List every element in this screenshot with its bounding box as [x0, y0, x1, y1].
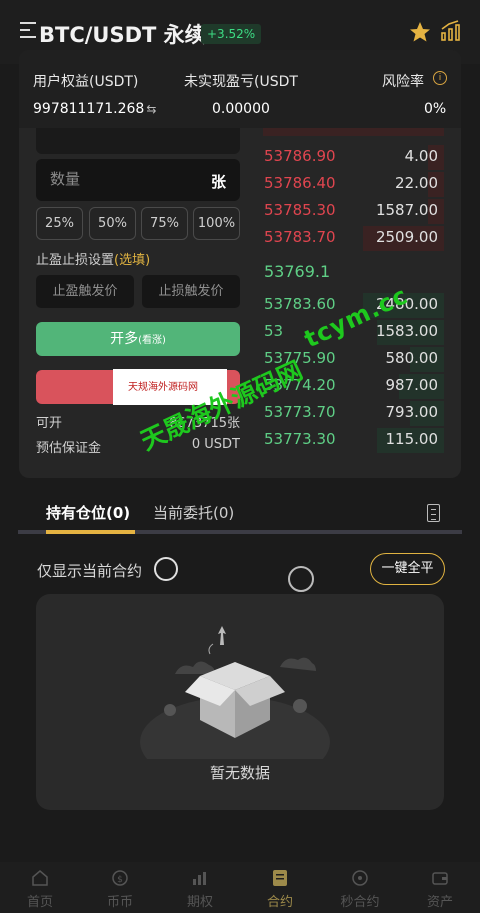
ask-row[interactable]: 53786.90 4.00: [263, 144, 444, 171]
risk-label: 风险率: [382, 74, 424, 90]
bid-qty: 987.00: [385, 376, 439, 394]
long-label: 开多: [110, 331, 139, 347]
percent-50-button[interactable]: 50%: [89, 207, 136, 240]
swap-icon[interactable]: ⇆: [146, 102, 156, 116]
pair-title[interactable]: BTC/USDT 永续: [39, 19, 206, 49]
timer-icon: [351, 869, 369, 887]
account-summary: 用户权益(USDT) 未实现盈亏(USDT 风险率 i 997811171.26…: [19, 50, 461, 128]
floating-assist-button[interactable]: [288, 566, 314, 592]
nav-label: 秒合约: [340, 895, 380, 910]
bid-qty: 580.00: [385, 349, 439, 367]
tab-active-indicator: [46, 530, 135, 534]
ask-qty: 2509.00: [375, 228, 438, 246]
risk-value: 0%: [424, 101, 447, 117]
ask-row[interactable]: 53786.40 22.00: [263, 171, 444, 198]
bottom-nav: 首页 $ 币币 期权 合约 秒合约 资产: [0, 862, 480, 913]
ask-price: 53785.30: [264, 201, 336, 219]
nav-label: 首页: [26, 895, 53, 910]
bid-qty: 115.00: [385, 430, 439, 448]
nav-label: 期权: [186, 895, 213, 910]
tab-orders[interactable]: 当前委托(0): [153, 502, 234, 523]
bid-row[interactable]: 53773.70 793.00: [263, 400, 444, 427]
nav-item-2[interactable]: 期权: [160, 862, 240, 913]
ask-row[interactable]: 53783.70 2509.00: [263, 225, 444, 252]
open-long-button[interactable]: 开多(看涨): [36, 322, 240, 356]
wallet-icon: [431, 869, 449, 887]
nav-label: 币币: [106, 895, 133, 910]
document-icon[interactable]: [427, 504, 440, 522]
quantity-box[interactable]: 张: [36, 159, 240, 201]
available-label: 可开: [36, 416, 63, 431]
change-badge: +3.52%: [201, 24, 262, 44]
ask-row[interactable]: 53785.30 1587.00: [263, 198, 444, 225]
unrealized-value: 0.00000: [212, 101, 270, 117]
tpsl-title[interactable]: 止盈止损设置(选填): [36, 249, 150, 268]
tab-positions[interactable]: 持有仓位(0): [46, 502, 130, 523]
bid-qty: 1583.00: [375, 322, 438, 340]
star-icon[interactable]: [408, 20, 432, 44]
percent-75-button[interactable]: 75%: [141, 207, 188, 240]
nav-item-4[interactable]: 秒合约: [320, 862, 400, 913]
bid-price: 53773.30: [264, 430, 336, 448]
info-icon[interactable]: i: [433, 71, 447, 85]
margin-label: 预估保证金: [36, 441, 102, 456]
equity-value: 997811171.268: [33, 101, 145, 117]
options-icon: [191, 869, 209, 887]
quantity-unit: 张: [210, 173, 226, 191]
ask-price: 53786.40: [264, 174, 336, 192]
equity-label: 用户权益(USDT): [33, 74, 139, 90]
equity-value-wrap: 997811171.268 ⇆: [33, 101, 156, 117]
home-icon: [31, 869, 49, 887]
percent-100-button[interactable]: 100%: [193, 207, 240, 240]
quantity-input[interactable]: [50, 170, 190, 188]
empty-state-text: 暂无数据: [209, 764, 270, 782]
last-price: 53769.1: [264, 262, 331, 281]
nav-item-3[interactable]: 合约: [240, 862, 320, 913]
unrealized-label: 未实现盈亏(USDT: [184, 74, 298, 90]
long-sub: (看涨): [138, 335, 166, 346]
current-contract-filter-label: 仅显示当前合约: [37, 562, 143, 580]
margin-value: 0 USDT: [191, 437, 240, 452]
nav-label: 资产: [426, 895, 453, 910]
ask-qty: 4.00: [404, 147, 438, 165]
tpsl-optional: (选填): [114, 253, 151, 268]
contract-icon: [271, 869, 289, 887]
bid-price: 53: [264, 322, 284, 340]
nav-item-5[interactable]: 资产: [400, 862, 480, 913]
ask-qty: 22.00: [395, 174, 438, 192]
nav-label: 合约: [266, 895, 293, 910]
bid-price: 53773.70: [264, 403, 336, 421]
take-profit-input[interactable]: 止盈触发价: [36, 275, 134, 308]
ask-price: 53786.90: [264, 147, 336, 165]
ask-qty: 1587.00: [375, 201, 438, 219]
ask-price: 53783.70: [264, 228, 336, 246]
bid-price: 53783.60: [264, 295, 336, 313]
stop-loss-input[interactable]: 止损触发价: [142, 275, 240, 308]
bid-row[interactable]: 53773.30 115.00: [263, 427, 444, 454]
watermark-small: 天规海外源码网: [128, 382, 198, 393]
tpsl-title-text: 止盈止损设置: [36, 253, 115, 268]
close-all-button[interactable]: 一键全平: [370, 553, 445, 585]
menu-icon[interactable]: [20, 22, 38, 44]
coin-icon: $: [111, 869, 129, 887]
empty-box-icon: [140, 626, 330, 759]
percent-25-button[interactable]: 25%: [36, 207, 83, 240]
bid-qty: 793.00: [385, 403, 439, 421]
position-tabs: 持有仓位(0) 当前委托(0): [18, 496, 462, 536]
current-contract-radio[interactable]: [154, 557, 178, 581]
empty-state-card: 暂无数据: [36, 594, 444, 810]
nav-item-0[interactable]: 首页: [0, 862, 80, 913]
svg-text:$: $: [117, 875, 123, 885]
nav-item-1[interactable]: $ 币币: [80, 862, 160, 913]
chart-icon[interactable]: [440, 20, 462, 42]
